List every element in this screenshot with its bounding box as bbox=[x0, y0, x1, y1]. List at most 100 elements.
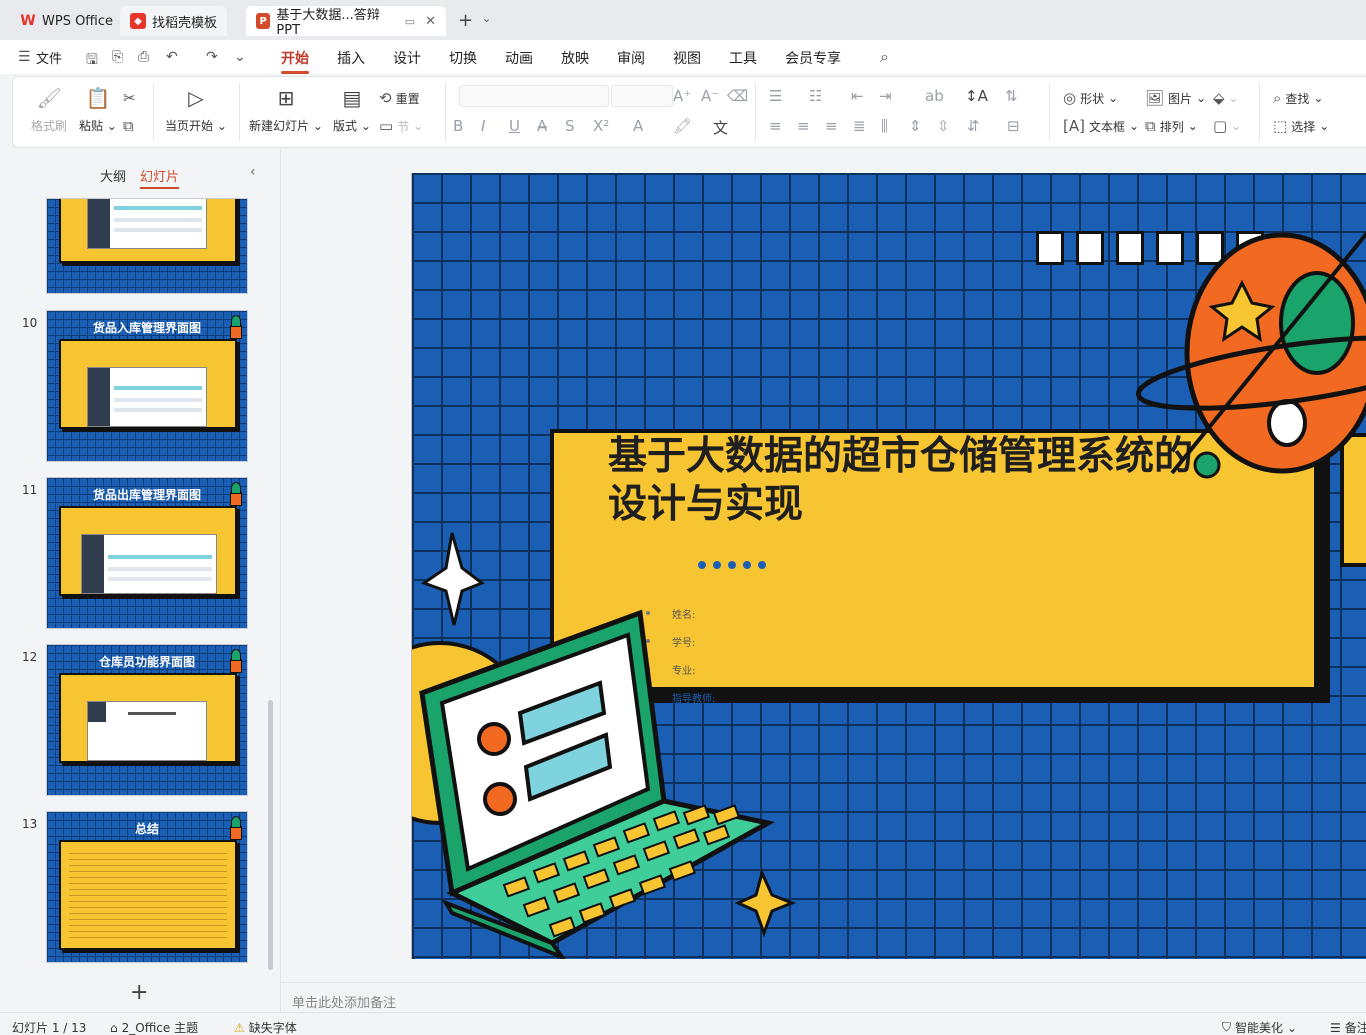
plant-icon bbox=[227, 649, 243, 673]
file-menu[interactable]: 文件 bbox=[36, 48, 62, 67]
current-slide[interactable]: 基于大数据的超市仓储管理系统的 设计与实现 姓名: 学号: 专业: 指导教师: bbox=[411, 173, 1366, 959]
menu-tab-view[interactable]: 视图 bbox=[673, 48, 701, 68]
align-right-icon[interactable]: ≡ bbox=[825, 117, 838, 135]
notes-toggle-button[interactable]: ☰ 备注 bbox=[1330, 1019, 1366, 1035]
slide-thumbnail[interactable]: 货品出库管理界面图 bbox=[46, 477, 248, 629]
font-color-icon[interactable]: A bbox=[633, 117, 643, 135]
text-spacing-icon[interactable]: ab bbox=[925, 87, 944, 105]
column-icon[interactable]: ⇵ bbox=[967, 117, 980, 135]
menu-tab-animation[interactable]: 动画 bbox=[505, 48, 533, 68]
bullet-list-icon[interactable]: ☰ bbox=[769, 87, 782, 105]
menu-tab-slideshow[interactable]: 放映 bbox=[561, 48, 589, 68]
planet-shape bbox=[1135, 231, 1366, 479]
warning-icon: ⚠ bbox=[234, 1020, 245, 1035]
tab-wps-office[interactable]: W WPS Office bbox=[10, 6, 123, 36]
redo-icon[interactable]: ↷ bbox=[206, 49, 218, 65]
theme-indicator[interactable]: ⌂ 2_Office 主题 bbox=[110, 1019, 198, 1035]
outline-icon[interactable]: ▢ ⌄ bbox=[1213, 117, 1241, 135]
layout-button[interactable]: ▤ 版式 ⌄ bbox=[333, 85, 371, 134]
slide-thumbnail[interactable] bbox=[46, 198, 248, 294]
tab-template[interactable]: ◆ 找稻壳模板 bbox=[120, 6, 228, 36]
cut-icon[interactable]: ✂ bbox=[123, 89, 136, 107]
smart-beautify-button[interactable]: ⛉ 智能美化 ⌄ bbox=[1222, 1019, 1297, 1035]
new-slide-button[interactable]: ⊞ 新建幻灯片 ⌄ bbox=[249, 85, 323, 134]
clear-format-icon[interactable]: ⌫ bbox=[727, 87, 748, 105]
outdent-icon[interactable]: ⇤ bbox=[851, 87, 864, 105]
slide-thumbnail[interactable]: 货品入库管理界面图 bbox=[46, 310, 248, 462]
select-button[interactable]: ⬚ 选择 ⌄ bbox=[1273, 117, 1329, 135]
menu-icon[interactable]: ☰ bbox=[18, 49, 31, 65]
menu-tab-tools[interactable]: 工具 bbox=[729, 48, 757, 68]
menu-tab-insert[interactable]: 插入 bbox=[337, 48, 365, 68]
find-button[interactable]: ⌕ 查找 ⌄ bbox=[1273, 89, 1323, 107]
distribute-icon[interactable]: ⫼ bbox=[881, 117, 888, 135]
section-button[interactable]: ▭ 节 ⌄ bbox=[379, 117, 423, 135]
add-slide-icon[interactable]: + bbox=[130, 980, 148, 1005]
arrange-button[interactable]: ⧉ 排列 ⌄ bbox=[1145, 117, 1198, 135]
menu-tab-review[interactable]: 审阅 bbox=[617, 48, 645, 68]
tab-slides[interactable]: 幻灯片 bbox=[140, 166, 180, 189]
decrease-font-icon[interactable]: A⁻ bbox=[701, 87, 719, 105]
thumb-text-block bbox=[69, 848, 227, 942]
indent-icon[interactable]: ⇥ bbox=[879, 87, 892, 105]
menu-tab-membership[interactable]: 会员专享 bbox=[785, 48, 841, 68]
justify-icon[interactable]: ≣ bbox=[853, 117, 866, 135]
shadow-icon[interactable]: S bbox=[565, 117, 575, 135]
print-preview-icon[interactable]: ⎙ bbox=[138, 49, 149, 65]
superscript-icon[interactable]: X² bbox=[593, 117, 609, 135]
numbered-list-icon[interactable]: ☷ bbox=[809, 87, 822, 105]
paragraph-spacing-icon[interactable]: ⇳ bbox=[937, 117, 950, 135]
line-spacing-icon[interactable]: ⇕ bbox=[909, 117, 922, 135]
format-painter-button[interactable]: 🖌 格式刷 bbox=[31, 85, 67, 134]
shape-button[interactable]: ◎ 形状 ⌄ bbox=[1063, 89, 1118, 107]
paste-button[interactable]: 📋 粘贴 ⌄ bbox=[79, 85, 117, 134]
font-size-select[interactable] bbox=[611, 85, 673, 107]
slide-thumbnail[interactable]: 仓库员功能界面图 bbox=[46, 644, 248, 796]
menu-tab-transition[interactable]: 切换 bbox=[449, 48, 477, 68]
panel-tabs: 大纲 幻灯片 bbox=[100, 166, 180, 189]
save-icon[interactable]: 🖫 bbox=[86, 49, 98, 73]
tab-document[interactable]: P 基于大数据...答辩PPT ▭ ✕ bbox=[246, 6, 446, 38]
from-current-button[interactable]: ▷ 当页开始 ⌄ bbox=[165, 85, 227, 134]
new-tab-icon[interactable]: + bbox=[458, 10, 473, 31]
font-family-select[interactable] bbox=[459, 85, 609, 107]
ribbon-toolbar: 🖌 格式刷 📋 粘贴 ⌄ ✂ ⧉ ▷ 当页开始 ⌄ ⊞ 新建幻灯片 ⌄ ▤ 版式… bbox=[12, 76, 1366, 148]
menu-tab-home[interactable]: 开始 bbox=[281, 48, 309, 74]
window-mode-icon[interactable]: ▭ bbox=[405, 15, 415, 28]
reset-button[interactable]: ⟲ 重置 bbox=[379, 89, 420, 107]
sort-icon[interactable]: ↕A bbox=[965, 87, 988, 105]
italic-icon[interactable]: I bbox=[481, 117, 485, 135]
align-center-icon[interactable]: ≡ bbox=[797, 117, 810, 135]
underline-icon[interactable]: U bbox=[509, 117, 520, 135]
thumbnail-scrollbar[interactable] bbox=[268, 700, 273, 970]
missing-font-indicator[interactable]: ⚠ 缺失字体 bbox=[234, 1019, 297, 1035]
search-icon[interactable]: ⌕ bbox=[880, 47, 889, 67]
slide-illustration-front bbox=[419, 231, 1366, 959]
phonetic-icon[interactable]: 文 bbox=[713, 117, 728, 138]
strikethrough-icon[interactable]: A̶ bbox=[537, 117, 547, 135]
highlight-icon[interactable]: 🖍 bbox=[673, 117, 692, 135]
align-left-icon[interactable]: ≡ bbox=[769, 117, 782, 135]
undo-icon[interactable]: ↶ bbox=[166, 49, 178, 65]
thumb-screenshot bbox=[81, 534, 217, 594]
text-align-icon[interactable]: ⊟ bbox=[1007, 117, 1020, 135]
chevron-down-icon[interactable]: ⌄ bbox=[482, 12, 491, 25]
divider bbox=[755, 83, 756, 141]
slide-thumbnail[interactable]: 总结 bbox=[46, 811, 248, 963]
bold-icon[interactable]: B bbox=[453, 117, 463, 135]
increase-font-icon[interactable]: A⁺ bbox=[673, 87, 691, 105]
collapse-panel-icon[interactable]: ‹ bbox=[250, 164, 256, 180]
picture-button[interactable]: 🖼 图片 ⌄ bbox=[1145, 89, 1206, 107]
title-tab-bar: W WPS Office ◆ 找稻壳模板 P 基于大数据...答辩PPT ▭ ✕… bbox=[0, 0, 1366, 40]
tab-outline[interactable]: 大纲 bbox=[100, 166, 126, 189]
chevron-down-icon[interactable]: ⌄ bbox=[234, 49, 246, 65]
fill-icon[interactable]: ⬙ ⌄ bbox=[1213, 89, 1239, 107]
tab-label: WPS Office bbox=[42, 13, 114, 29]
copy-icon[interactable]: ⧉ bbox=[123, 117, 134, 135]
close-tab-icon[interactable]: ✕ bbox=[425, 14, 436, 29]
export-icon[interactable]: ⎘ bbox=[112, 49, 123, 65]
notes-pane[interactable]: 单击此处添加备注 bbox=[282, 982, 1366, 1012]
menu-tab-design[interactable]: 设计 bbox=[393, 48, 421, 68]
text-direction-icon[interactable]: ⇅ bbox=[1005, 87, 1018, 105]
textbox-button[interactable]: [A] 文本框 ⌄ bbox=[1063, 117, 1139, 135]
